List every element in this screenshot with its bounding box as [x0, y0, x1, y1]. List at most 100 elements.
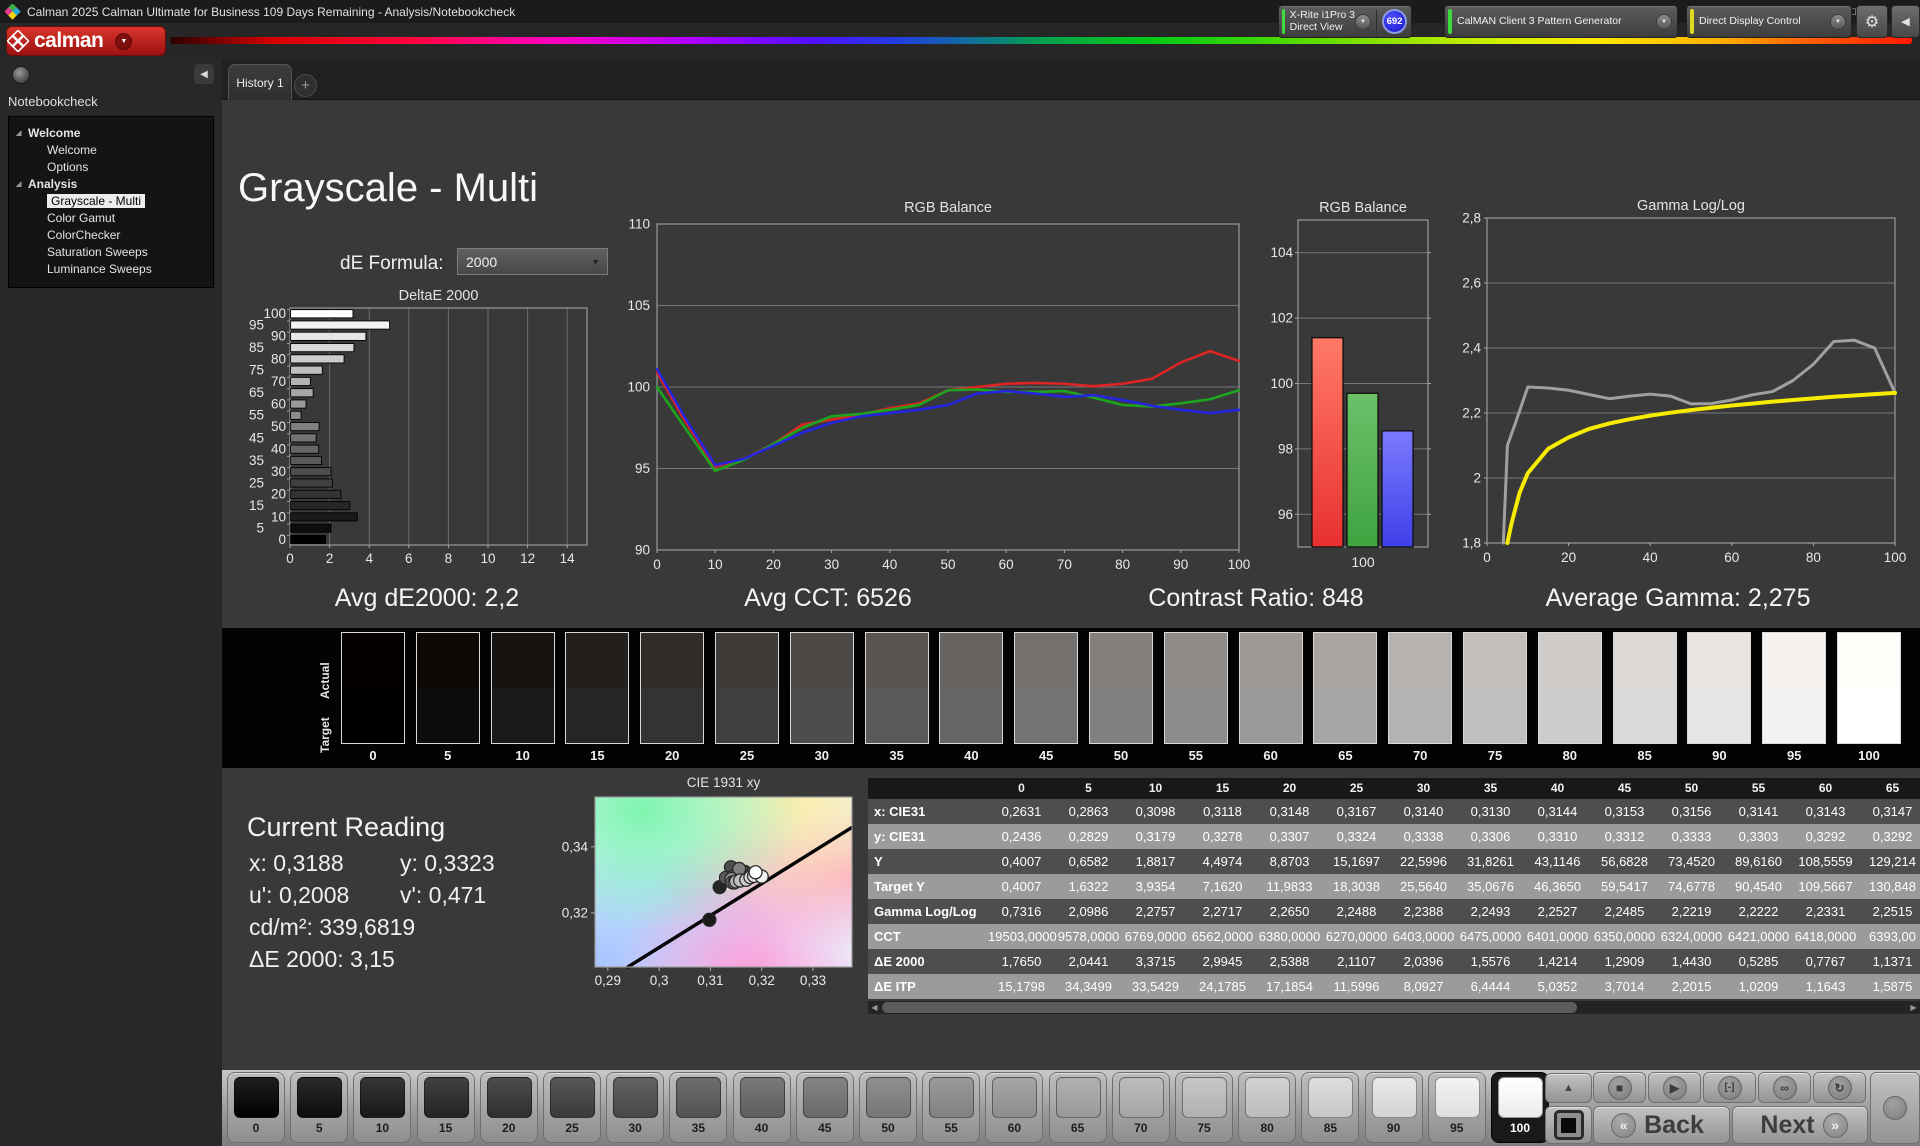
svg-text:2,2: 2,2	[1462, 406, 1481, 421]
pattern-level-button[interactable]: 40	[732, 1072, 791, 1143]
sidebar-item-grayscale-multi[interactable]: Grayscale - Multi	[9, 192, 213, 209]
chart-cie1931: CIE 1931 xy 0,29 0,3 0,31 0,32 0,33 0,32 0,34	[560, 772, 890, 997]
table-row: ΔE ITP 15,1798 34,3499 33,5429 24,1785 17,185…	[868, 974, 1920, 999]
svg-text:100: 100	[1270, 376, 1293, 391]
play-button[interactable]: ▶	[1648, 1072, 1701, 1103]
pattern-level-button[interactable]: 45	[795, 1072, 854, 1143]
svg-text:10: 10	[271, 509, 286, 524]
add-tab-button[interactable]: +	[294, 74, 317, 97]
display-status-indicator	[1690, 9, 1694, 34]
svg-text:20: 20	[271, 487, 286, 502]
chevrons-right-icon: »	[1822, 1112, 1848, 1138]
continuous-measure-button[interactable]: ∞	[1758, 1072, 1811, 1103]
measurement-count-badge[interactable]: 692	[1382, 9, 1407, 34]
settings-button[interactable]: ⚙	[1856, 5, 1888, 38]
next-button[interactable]: Next »	[1732, 1106, 1868, 1144]
back-button[interactable]: « Back	[1593, 1106, 1730, 1144]
pattern-level-button[interactable]: 85	[1301, 1072, 1360, 1143]
sidebar-item-colorchecker[interactable]: ColorChecker	[9, 226, 213, 243]
tab-history[interactable]: History 1	[228, 64, 292, 100]
svg-text:10: 10	[480, 551, 495, 566]
pattern-level-button[interactable]: 95	[1427, 1072, 1486, 1143]
sidebar-item-analysis[interactable]: ◢ Analysis	[9, 175, 213, 192]
patch-label: 10	[515, 748, 530, 763]
sidebar-item-welcome[interactable]: ◢ Welcome	[9, 124, 213, 141]
svg-text:50: 50	[940, 557, 955, 572]
pattern-generator-dropdown[interactable]: CalMAN Client 3 Pattern Generator ▼	[1444, 5, 1678, 38]
pattern-up-button[interactable]: ▲	[1545, 1073, 1592, 1103]
sidebar-radio-button[interactable]	[12, 66, 30, 84]
pattern-level-button[interactable]: 25	[543, 1072, 601, 1143]
grayscale-patch	[1163, 632, 1228, 744]
svg-text:25: 25	[249, 475, 264, 490]
chevron-down-icon[interactable]: ▼	[1355, 13, 1371, 30]
sidebar-item-saturation-sweeps[interactable]: Saturation Sweeps	[9, 243, 213, 260]
patch-label: 30	[814, 748, 830, 763]
pattern-level-button[interactable]: 35	[669, 1072, 728, 1143]
patch-label: 35	[889, 748, 904, 763]
tree-expander-icon[interactable]: ◢	[16, 129, 28, 137]
loop-measure-button[interactable]: ↻	[1813, 1072, 1866, 1103]
grayscale-patch	[341, 632, 405, 744]
scrollbar-thumb[interactable]	[882, 1002, 1577, 1013]
calman-menu-button[interactable]: calman ▼	[6, 26, 166, 56]
collapse-panel-button[interactable]: ◀	[1891, 5, 1920, 38]
scroll-right-icon[interactable]: ▶	[1907, 1001, 1920, 1014]
table-scrollbar[interactable]: ◀ ▶	[868, 1001, 1920, 1014]
sidebar-item-options[interactable]: Options	[9, 158, 213, 175]
pattern-level-button[interactable]: 80	[1238, 1072, 1297, 1143]
svg-text:60: 60	[271, 396, 286, 411]
grayscale-patch	[1837, 632, 1901, 744]
display-control-dropdown[interactable]: Direct Display Control ▼	[1686, 5, 1852, 38]
svg-text:2,8: 2,8	[1462, 211, 1481, 226]
pattern-level-button[interactable]: 75	[1175, 1072, 1233, 1143]
grayscale-patch	[1313, 632, 1378, 744]
tree-expander-icon[interactable]: ◢	[16, 180, 28, 188]
svg-text:20: 20	[1561, 550, 1576, 565]
pattern-level-button[interactable]: 60	[985, 1072, 1044, 1143]
pattern-level-button[interactable]: 30	[606, 1072, 665, 1143]
meter-dropdown[interactable]: X-Rite i1Pro 3 Direct View ▼ 692	[1278, 5, 1412, 38]
pattern-level-button[interactable]: 100	[1491, 1072, 1549, 1143]
stop-button[interactable]: ■	[1593, 1072, 1646, 1103]
svg-text:20: 20	[766, 557, 781, 572]
svg-text:0,33: 0,33	[800, 973, 826, 988]
pattern-level-button[interactable]: 50	[859, 1072, 917, 1143]
single-measure-button[interactable]: [-]	[1703, 1072, 1756, 1103]
page-title: Grayscale - Multi	[238, 166, 539, 210]
chevron-down-icon[interactable]: ▼	[1656, 13, 1672, 30]
patch-label: 55	[1188, 748, 1204, 763]
sidebar-item-luminance-sweeps[interactable]: Luminance Sweeps	[9, 260, 213, 277]
svg-text:90: 90	[1173, 557, 1188, 572]
svg-text:2,4: 2,4	[1462, 341, 1481, 356]
svg-text:102: 102	[1270, 311, 1293, 326]
pattern-level-button[interactable]: 0	[227, 1072, 285, 1143]
pattern-level-button[interactable]: 70	[1111, 1072, 1170, 1143]
pattern-level-button[interactable]: 90	[1364, 1072, 1423, 1143]
sidebar-item-welcome[interactable]: Welcome	[9, 141, 213, 158]
pattern-level-button[interactable]: 15	[416, 1072, 475, 1143]
reading-u: u': 0,2008	[249, 882, 350, 908]
pattern-level-button[interactable]: 5	[290, 1072, 349, 1143]
scroll-left-icon[interactable]: ◀	[868, 1001, 881, 1014]
de-formula-select[interactable]: 2000 ▼	[457, 248, 608, 275]
chevron-down-icon[interactable]: ▼	[1830, 13, 1846, 30]
svg-text:60: 60	[1724, 550, 1739, 565]
pattern-level-button[interactable]: 55	[922, 1072, 981, 1143]
sidebar-collapse-icon[interactable]: ◀	[194, 64, 214, 84]
patch-label: 75	[1487, 748, 1503, 763]
sidebar-item-color-gamut[interactable]: Color Gamut	[9, 209, 213, 226]
logo-dropdown-icon[interactable]: ▼	[115, 32, 133, 50]
svg-text:2: 2	[326, 551, 334, 566]
status-button[interactable]	[1870, 1072, 1920, 1144]
patch-label: 80	[1562, 748, 1578, 763]
pattern-window-button[interactable]	[1545, 1106, 1592, 1144]
grayscale-patch	[1612, 632, 1677, 744]
table-header-row: 0 5 10 15 20 25 30 35 40 45 50 55 60 65	[868, 778, 1920, 799]
calman-diamond-icon	[7, 30, 29, 52]
svg-text:70: 70	[271, 374, 286, 389]
svg-text:85: 85	[249, 340, 264, 355]
pattern-level-button[interactable]: 10	[353, 1072, 412, 1143]
pattern-level-button[interactable]: 20	[479, 1072, 538, 1143]
pattern-level-button[interactable]: 65	[1048, 1072, 1107, 1143]
